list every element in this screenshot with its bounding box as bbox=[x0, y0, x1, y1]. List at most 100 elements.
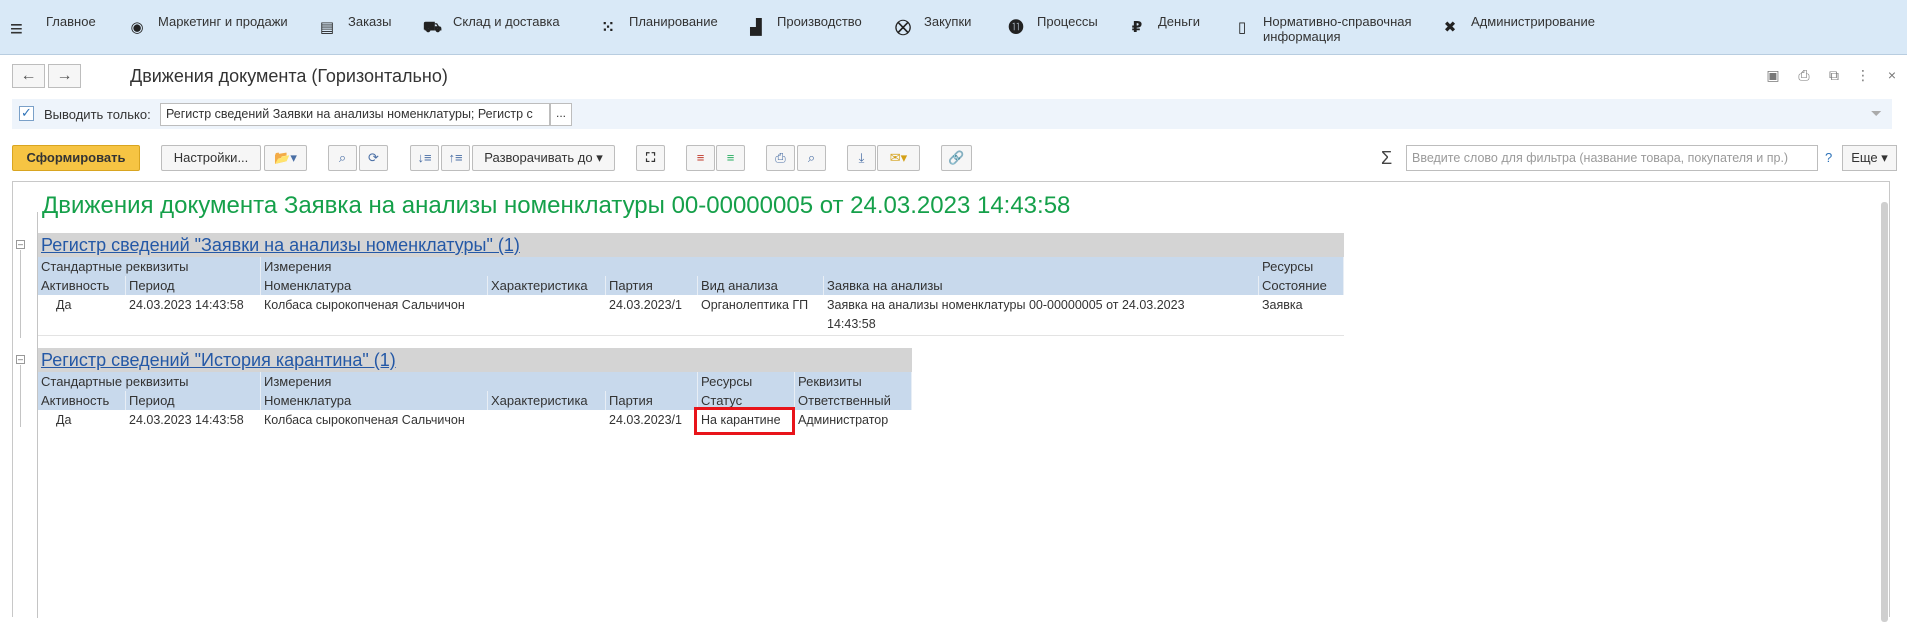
group-header: Измерения bbox=[261, 372, 698, 391]
vertical-scrollbar[interactable] bbox=[1881, 202, 1888, 622]
expand-to-button[interactable]: Разворачивать до ▾ bbox=[472, 145, 615, 171]
group-header: Стандартные реквизиты bbox=[38, 372, 261, 391]
cell-period[interactable]: 24.03.2023 14:43:58 bbox=[126, 411, 244, 430]
register-link[interactable]: Регистр сведений "Заявки на анализы номе… bbox=[41, 235, 520, 256]
column-header: Вид анализа bbox=[698, 276, 824, 295]
column-header: Активность bbox=[38, 276, 126, 295]
section-label: Деньги bbox=[1158, 14, 1200, 29]
group-header: Стандартные реквизиты bbox=[38, 257, 261, 276]
status-highlight-box bbox=[694, 407, 795, 435]
column-header: Ответственный bbox=[795, 391, 912, 410]
back-button[interactable]: ← bbox=[12, 64, 45, 88]
report-title: Движения документа Заявка на анализы ном… bbox=[42, 192, 1071, 219]
preview-icon[interactable]: ⧉ bbox=[1825, 67, 1843, 84]
fullscreen-button[interactable]: ⛶ bbox=[636, 145, 665, 171]
section-marketing[interactable]: ◉ Маркетинг и продажи bbox=[128, 14, 287, 37]
forward-button[interactable]: → bbox=[48, 64, 81, 88]
tools-icon: ✖ bbox=[1443, 19, 1457, 36]
close-icon[interactable]: × bbox=[1883, 67, 1901, 83]
section-label: Процессы bbox=[1037, 14, 1098, 29]
cell-responsible[interactable]: Администратор bbox=[795, 411, 888, 430]
send-email-button[interactable]: ✉▾ bbox=[877, 145, 920, 171]
cell-active[interactable]: Да bbox=[53, 296, 71, 315]
more-menu-icon[interactable]: ⋮ bbox=[1854, 67, 1872, 84]
find-button[interactable]: ⌕ bbox=[328, 145, 357, 171]
search-input[interactable] bbox=[1406, 145, 1818, 171]
cell-batch[interactable]: 24.03.2023/1 bbox=[606, 296, 682, 315]
print-button[interactable]: ⎙ bbox=[766, 145, 795, 171]
section-label: Главное bbox=[46, 14, 96, 29]
highlight-clear-button[interactable]: ≡ bbox=[716, 145, 745, 171]
column-header: Партия bbox=[606, 391, 698, 410]
generate-button[interactable]: Сформировать bbox=[12, 145, 140, 171]
section-administration[interactable]: ✖ Администрирование bbox=[1441, 14, 1595, 37]
section-label: Производство bbox=[777, 14, 862, 29]
more-button[interactable]: Еще ▾ bbox=[1842, 145, 1897, 171]
group-header: Ресурсы bbox=[698, 372, 795, 391]
output-only-checkbox[interactable]: ✓ bbox=[19, 106, 34, 121]
menu-icon[interactable]: ≡ bbox=[10, 18, 34, 42]
search-icon: ⌕ bbox=[338, 150, 347, 165]
section-warehouse[interactable]: ⛟ Склад и доставка bbox=[423, 14, 560, 37]
section-money[interactable]: ₽ Деньги bbox=[1128, 14, 1200, 37]
section-purchases[interactable]: ⛒ Закупки bbox=[894, 14, 971, 37]
marketing-icon: ◉ bbox=[130, 19, 144, 36]
cell-analysis-type[interactable]: Органолептика ГП bbox=[698, 296, 808, 315]
help-link[interactable]: ? bbox=[1825, 150, 1832, 165]
funnel-icon[interactable]: ⏷ bbox=[1871, 105, 1882, 122]
factory-icon: ▟ bbox=[750, 19, 762, 36]
column-header: Период bbox=[126, 391, 261, 410]
cell-period[interactable]: 24.03.2023 14:43:58 bbox=[126, 296, 244, 315]
section-planning[interactable]: ⁙ Планирование bbox=[599, 14, 718, 37]
orders-icon: ▤ bbox=[319, 19, 335, 36]
cell-analysis-request-wrap: 14:43:58 bbox=[827, 317, 876, 331]
register-link[interactable]: Регистр сведений "История карантина" (1) bbox=[41, 350, 396, 371]
section-processes[interactable]: ⓫ Процессы bbox=[1007, 14, 1098, 37]
cell-state[interactable]: Заявка bbox=[1259, 296, 1303, 315]
highlight-button[interactable]: ≡ bbox=[686, 145, 715, 171]
sort-desc-icon: ↑≡ bbox=[448, 150, 463, 165]
filter-value-field[interactable]: Регистр сведений Заявки на анализы номен… bbox=[160, 103, 550, 126]
save-file-button[interactable]: ⤓ bbox=[847, 145, 876, 171]
cell-batch[interactable]: 24.03.2023/1 bbox=[606, 411, 682, 430]
section-production[interactable]: ▟ Производство bbox=[747, 14, 862, 37]
column-header: Период bbox=[126, 276, 261, 295]
save-icon[interactable]: ▣ bbox=[1764, 67, 1782, 84]
register-header: Регистр сведений "История карантина" (1) bbox=[38, 348, 912, 372]
section-reference[interactable]: ▯ Нормативно-справочная информация bbox=[1233, 14, 1412, 44]
printer-icon: ⎙ bbox=[775, 150, 786, 165]
link-icon: 🔗 bbox=[948, 150, 965, 165]
cell-active[interactable]: Да bbox=[53, 411, 71, 430]
sort-asc-button[interactable]: ↓≡ bbox=[410, 145, 439, 171]
planning-icon: ⁙ bbox=[601, 19, 615, 36]
print-preview-button[interactable]: ⌕ bbox=[797, 145, 826, 171]
section-orders[interactable]: ▤ Заказы bbox=[318, 14, 392, 37]
cell-nomenclature[interactable]: Колбаса сырокопченая Сальчичон bbox=[261, 411, 465, 430]
expand-to-label: Разворачивать до bbox=[484, 150, 593, 165]
folder-icon: 📂▾ bbox=[274, 150, 297, 165]
column-header: Активность bbox=[38, 391, 126, 410]
report-area[interactable]: Движения документа Заявка на анализы ном… bbox=[12, 181, 1890, 622]
filter-select-button[interactable]: ... bbox=[550, 103, 572, 126]
find-next-button[interactable]: ⟳ bbox=[359, 145, 388, 171]
section-main[interactable]: Главное bbox=[46, 14, 96, 29]
sum-icon[interactable]: Σ bbox=[1381, 148, 1392, 169]
print-icon[interactable]: ⎙ bbox=[1795, 67, 1813, 84]
sort-asc-icon: ↓≡ bbox=[417, 150, 432, 165]
settings-button[interactable]: Настройки... bbox=[161, 145, 261, 171]
collapse-toggle[interactable]: – bbox=[16, 240, 25, 249]
group-header: Реквизиты bbox=[795, 372, 912, 391]
section-label: Администрирование bbox=[1471, 14, 1595, 29]
fullscreen-icon: ⛶ bbox=[645, 150, 656, 165]
section-label: Заказы bbox=[348, 14, 392, 29]
link-button[interactable]: 🔗 bbox=[941, 145, 972, 171]
column-header: Заявка на анализы bbox=[824, 276, 1259, 295]
collapse-toggle[interactable]: – bbox=[16, 355, 25, 364]
color-rows-icon: ≡ bbox=[696, 150, 705, 165]
sort-desc-button[interactable]: ↑≡ bbox=[441, 145, 470, 171]
row-divider bbox=[38, 335, 1344, 336]
cell-nomenclature[interactable]: Колбаса сырокопченая Сальчичон bbox=[261, 296, 465, 315]
page-title: Движения документа (Горизонтально) bbox=[130, 66, 448, 86]
cell-analysis-request[interactable]: Заявка на анализы номенклатуры 00-000000… bbox=[824, 296, 1185, 315]
variants-button[interactable]: 📂▾ bbox=[264, 145, 307, 171]
